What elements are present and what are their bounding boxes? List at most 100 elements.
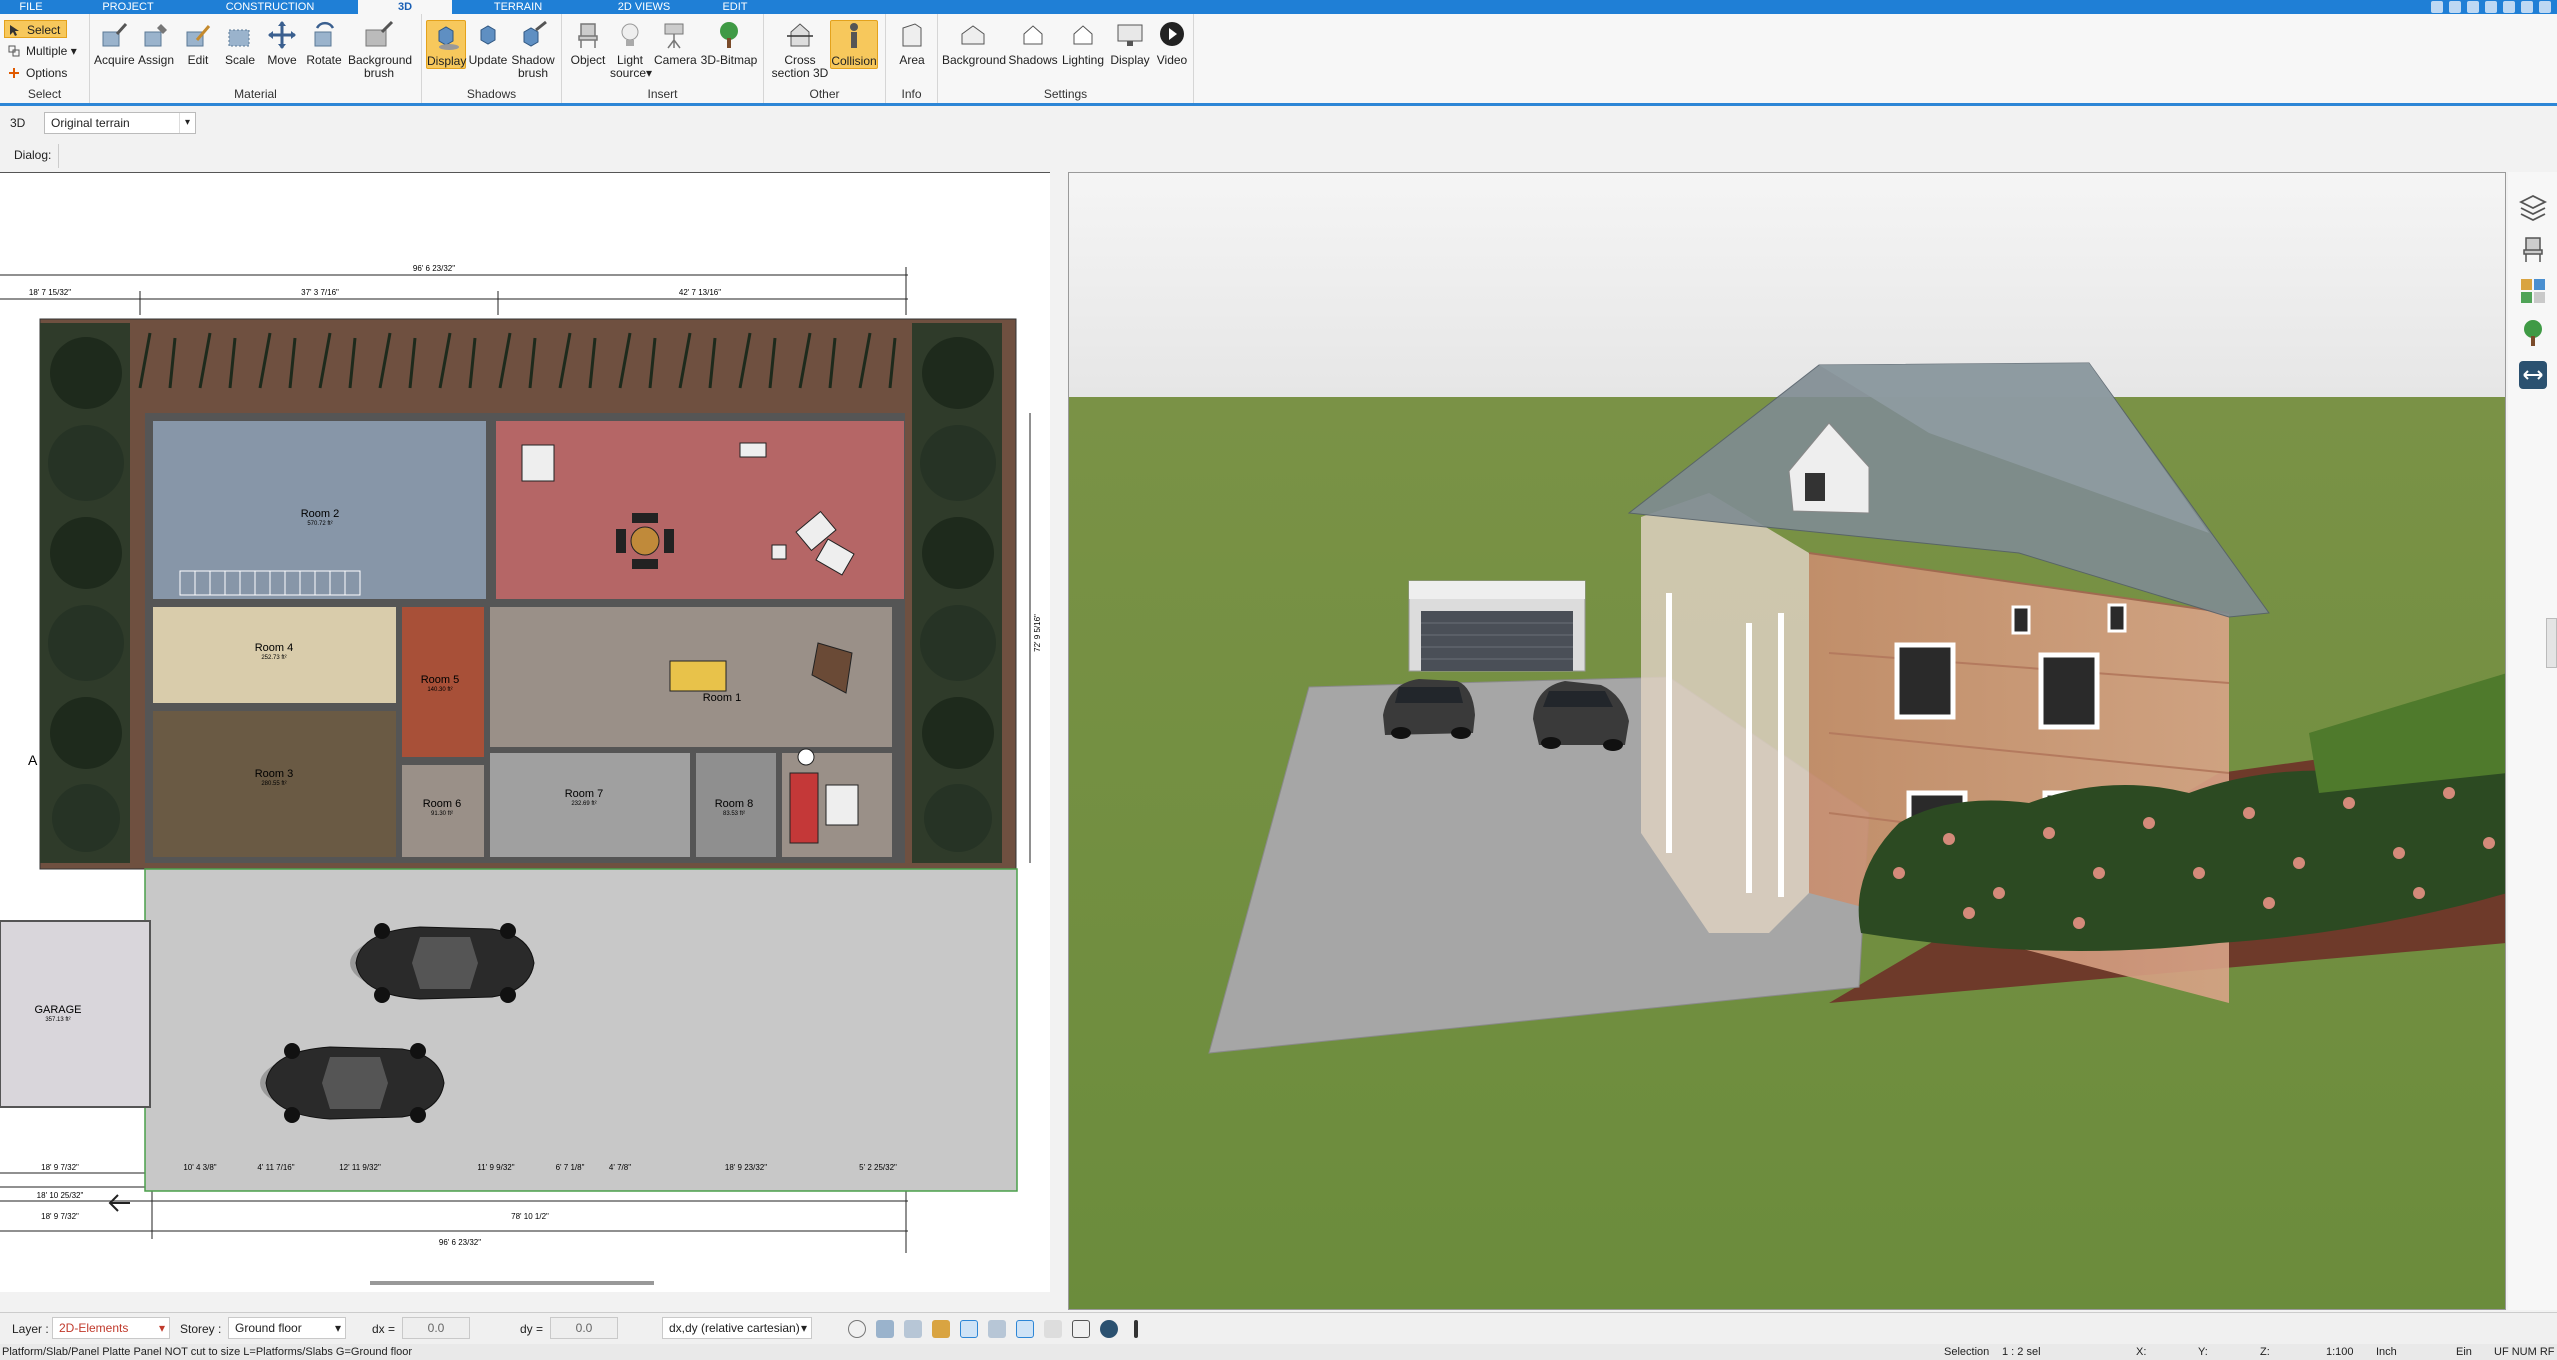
dim-top-mid: 37' 3 7/16" [301,288,339,297]
sofa[interactable] [521,444,555,482]
shadows-display-button[interactable]: Display [426,20,466,69]
cube-refresh-icon [480,25,496,45]
terrain-select[interactable]: Original terrain ▾ [44,112,196,134]
camera-button[interactable]: Camera [654,20,697,67]
red-sofa[interactable] [789,772,819,844]
tab-3d[interactable]: 3D [358,0,452,14]
car-top-2[interactable] [260,1043,445,1123]
assign-button[interactable]: Assign [136,20,176,67]
layers-icon[interactable] [2518,192,2548,222]
move-button[interactable]: Move [262,20,302,67]
floor-plan-view[interactable]: 96' 6 23/32" 18' 7 15/32" 37' 3 7/16" 42… [0,172,1050,1292]
edit-material-button[interactable]: Edit [178,20,218,67]
tv-unit[interactable] [825,784,859,826]
cross-section-3d-button[interactable]: Cross section 3D [770,20,830,80]
grid-icon[interactable] [932,1320,950,1338]
collision-button[interactable]: Collision [830,20,878,69]
display-settings-button[interactable]: Display [1108,20,1152,67]
storey-select[interactable]: Ground floor ▾ [228,1317,346,1339]
light-source-button[interactable]: Light source▾ [610,20,652,80]
object-button[interactable]: Object [568,20,608,67]
scale-value: 1:100 [2326,1346,2354,1358]
angle-icon[interactable] [960,1320,978,1338]
3d-bitmap-button[interactable]: 3D-Bitmap [700,20,758,67]
cursor-icon [10,25,19,36]
acquire-button[interactable]: Acquire [94,20,135,67]
tab-terrain[interactable]: TERRAIN [490,0,546,14]
menu-bar: FILE PROJECT CONSTRUCTION 3D TERRAIN 2D … [0,0,2557,14]
floor-plan-canvas[interactable]: 96' 6 23/32" 18' 7 15/32" 37' 3 7/16" 42… [0,173,1050,1292]
chair-icon[interactable] [2518,234,2548,264]
horizontal-scrollbar[interactable] [370,1281,654,1285]
tree-icon[interactable] [2518,318,2548,348]
tab-edit[interactable]: EDIT [718,0,752,14]
view-switch-icon[interactable] [2518,360,2548,390]
divider [58,144,59,168]
maximize-icon[interactable] [2521,1,2533,13]
room-label: Room 7 [565,788,604,800]
bench[interactable] [739,442,767,458]
materials-icon[interactable] [2518,276,2548,306]
svg-text:18' 9 23/32": 18' 9 23/32" [725,1163,767,1172]
info-icon[interactable] [2485,1,2497,13]
multiple-button[interactable]: Multiple ▾ [4,42,83,60]
tab-project[interactable]: PROJECT [100,0,156,14]
chair[interactable] [664,529,674,553]
help-icon[interactable] [2431,1,2443,13]
chair[interactable] [632,559,658,569]
background-settings-button[interactable]: Background [942,20,1006,67]
dy-input[interactable]: 0.0 [550,1317,618,1339]
tab-file[interactable]: FILE [14,0,48,14]
dialog-row: Dialog: [0,142,2557,170]
side-table[interactable] [771,544,787,560]
more-icon[interactable] [1134,1320,1138,1338]
dining-table[interactable] [630,526,660,556]
north-icon[interactable] [1100,1320,1118,1338]
coord-mode-select[interactable]: dx,dy (relative cartesian) ▾ [662,1317,812,1339]
section-marker[interactable]: A [28,752,38,768]
driveway[interactable] [144,868,1018,1192]
shadow-brush-button[interactable]: Shadow brush [510,20,556,80]
3d-view[interactable] [1068,172,2506,1310]
shadows-settings-button[interactable]: Shadows [1008,20,1058,67]
lamp[interactable] [797,748,815,766]
kitchen-table[interactable] [669,660,727,692]
group-label: Settings [1043,87,1088,101]
restore-icon[interactable] [2449,1,2461,13]
tree-icon [720,22,738,48]
layer-select[interactable]: 2D-Elements ▾ [52,1317,170,1339]
clock-icon[interactable] [848,1320,866,1338]
video-button[interactable]: Video [1152,20,1192,67]
dim-top-right: 42' 7 13/16" [679,288,721,297]
background-brush-button[interactable]: Background brush [348,20,412,80]
close-icon[interactable] [2539,1,2551,13]
select-button[interactable]: Select [4,20,68,38]
selection-label: Selection [1944,1346,1990,1358]
raster-icon[interactable] [1072,1320,1090,1338]
collapse-handle[interactable] [2546,618,2557,668]
lighting-settings-button[interactable]: Lighting [1060,20,1106,67]
minimize-icon[interactable] [2503,1,2515,13]
car-top-1[interactable] [350,923,535,1003]
hatch-icon[interactable] [1044,1320,1062,1338]
3d-render[interactable] [1069,173,2506,1310]
tab-2d-views[interactable]: 2D VIEWS [614,0,674,14]
object-snap-icon[interactable] [1016,1320,1034,1338]
paint-bucket-icon [144,24,167,47]
options-button[interactable]: Options [4,64,73,82]
chair[interactable] [632,513,658,523]
ortho-icon[interactable] [904,1320,922,1338]
rotate-button[interactable]: Rotate [304,20,344,67]
room-label: Room 4 [255,642,294,654]
tab-construction[interactable]: CONSTRUCTION [224,0,316,14]
shadows-update-button[interactable]: Update [468,20,508,67]
scale-button[interactable]: Scale [220,20,260,67]
dx-input[interactable]: 0.0 [402,1317,470,1339]
room-label: Room 3 [255,768,294,780]
room-area: 140.30 ft² [427,687,452,693]
area-button[interactable]: Area [892,20,932,67]
wall-snap-icon[interactable] [988,1320,1006,1338]
snap-icon[interactable] [876,1320,894,1338]
chair[interactable] [616,529,626,553]
pin-icon[interactable] [2467,1,2479,13]
